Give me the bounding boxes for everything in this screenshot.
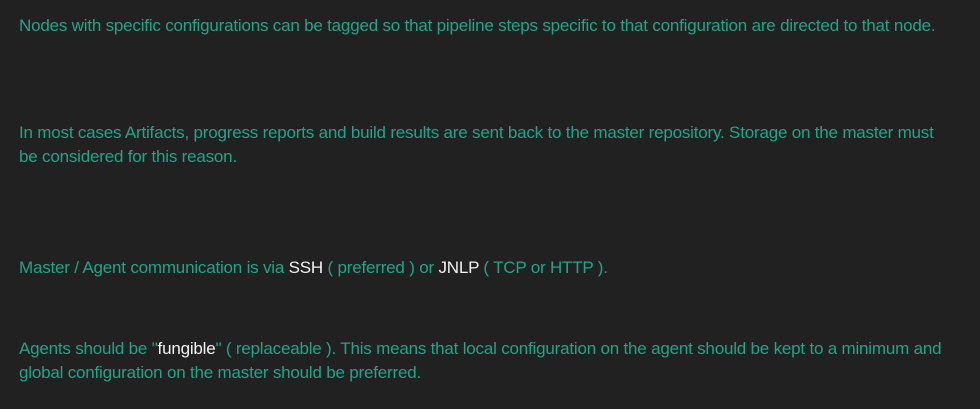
jnlp-term: JNLP: [438, 258, 479, 277]
communication-text-2: ( preferred ) or: [323, 258, 439, 277]
communication-text-1: Master / Agent communication is via: [19, 258, 289, 277]
ssh-term: SSH: [288, 258, 324, 277]
communication-text-3: ( TCP or HTTP ).: [478, 258, 608, 277]
paragraph-node-tagging: Nodes with specific configurations can b…: [19, 16, 936, 35]
paragraph-fungible-agents: Agents should be "fungible" ( replaceabl…: [19, 337, 949, 385]
fungible-term: fungible: [157, 339, 216, 358]
paragraph-artifact-storage: In most cases Artifacts, progress report…: [19, 123, 934, 166]
paragraph-communication: Master / Agent communication is via SSH …: [19, 256, 959, 280]
fungible-text-1: Agents should be ": [19, 339, 158, 358]
document-page: Nodes with specific configurations can b…: [0, 0, 980, 409]
